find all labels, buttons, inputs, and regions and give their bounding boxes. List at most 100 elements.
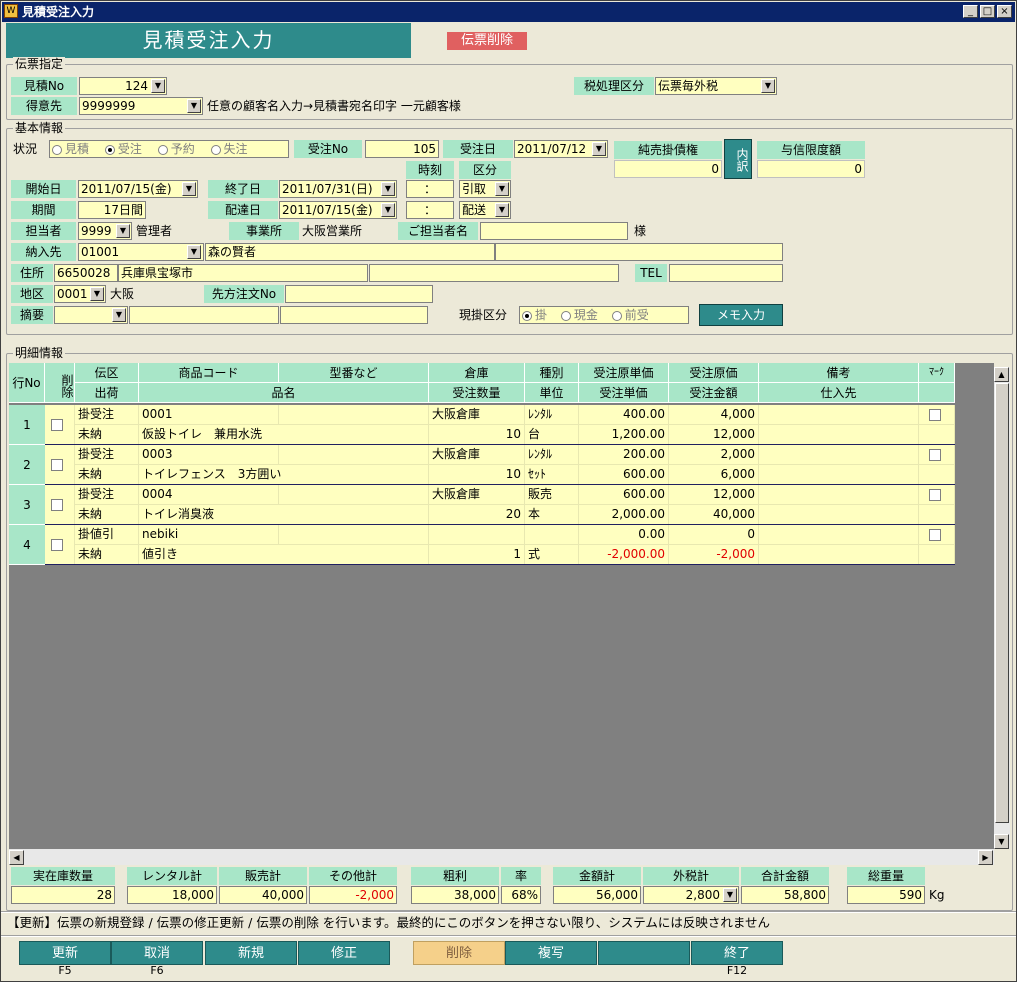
zip-input[interactable]: 6650028 <box>54 264 118 282</box>
code-cell[interactable]: 0003 <box>139 445 279 465</box>
scroll-down-icon[interactable]: ▼ <box>994 834 1009 849</box>
mark-checkbox[interactable] <box>929 409 941 421</box>
function-button-5[interactable]: 削除 <box>413 941 505 965</box>
suryo-cell[interactable]: 10 <box>429 425 525 445</box>
end-date-input[interactable]: 2011/07/31(日) <box>279 180 397 198</box>
chevron-down-icon[interactable]: ▼ <box>90 287 104 301</box>
mark-checkbox[interactable] <box>929 529 941 541</box>
shiiresaki-cell[interactable] <box>759 465 919 485</box>
katban-cell[interactable] <box>279 485 429 505</box>
shiiresaki-cell[interactable] <box>759 425 919 445</box>
delete-checkbox[interactable] <box>51 459 63 471</box>
shubetsu-cell[interactable] <box>525 525 579 545</box>
tani-cell[interactable]: 本 <box>525 505 579 525</box>
denku-cell[interactable]: 掛受注 <box>75 485 139 505</box>
saki-input[interactable] <box>285 285 433 303</box>
function-button-8[interactable]: 終了 <box>691 941 783 965</box>
table-row[interactable]: 1 掛受注 0001 大阪倉庫 ﾚﾝﾀﾙ 400.00 4,000 未納 仮設トイレ 兼用水洗 1… <box>9 405 955 445</box>
shukka-cell[interactable]: 未納 <box>75 465 139 485</box>
radio-shicchu[interactable]: 失注 <box>210 142 248 156</box>
chevron-down-icon[interactable]: ▼ <box>381 182 395 196</box>
hinmei-cell[interactable]: トイレ消臭液 <box>139 505 429 525</box>
soko-cell[interactable]: 大阪倉庫 <box>429 485 525 505</box>
gotanto-input[interactable] <box>480 222 628 240</box>
suryo-cell[interactable]: 1 <box>429 545 525 565</box>
function-button-4[interactable]: 修正 <box>298 941 390 965</box>
delete-checkbox[interactable] <box>51 539 63 551</box>
function-button-2[interactable]: 取消 <box>111 941 203 965</box>
biko-cell[interactable] <box>759 445 919 465</box>
kingaku-cell[interactable]: 40,000 <box>669 505 759 525</box>
biko-cell[interactable] <box>759 485 919 505</box>
tanka-cell[interactable]: 1,200.00 <box>579 425 669 445</box>
tani-cell[interactable]: 台 <box>525 425 579 445</box>
hinmei-cell[interactable]: トイレフェンス 3方囲い <box>139 465 429 485</box>
gentanka-cell[interactable]: 0.00 <box>579 525 669 545</box>
genka-cell[interactable]: 0 <box>669 525 759 545</box>
gentanka-cell[interactable]: 600.00 <box>579 485 669 505</box>
close-button[interactable]: × <box>997 5 1012 18</box>
genka-cell[interactable]: 2,000 <box>669 445 759 465</box>
chevron-down-icon[interactable]: ▼ <box>381 203 395 217</box>
juchu-no-input[interactable]: 105 <box>365 140 439 158</box>
genka-cell[interactable]: 12,000 <box>669 485 759 505</box>
shubetsu-cell[interactable]: ﾚﾝﾀﾙ <box>525 445 579 465</box>
radio-mitsumori[interactable]: 見積 <box>52 142 89 156</box>
function-button-7[interactable] <box>598 941 690 965</box>
chevron-down-icon[interactable]: ▼ <box>495 203 509 217</box>
uchiwake-button[interactable]: 内訳 <box>724 139 752 179</box>
tekiyo-input2[interactable] <box>280 306 428 324</box>
tanka-cell[interactable]: -2,000.00 <box>579 545 669 565</box>
nonyu-select[interactable]: 01001 <box>78 243 204 261</box>
memo-button[interactable]: メモ入力 <box>699 304 783 326</box>
time2-input[interactable]: ： <box>406 201 454 219</box>
function-button-6[interactable]: 複写 <box>505 941 597 965</box>
soko-cell[interactable]: 大阪倉庫 <box>429 445 525 465</box>
chevron-down-icon[interactable]: ▼ <box>187 99 201 113</box>
table-row[interactable]: 4 掛値引 nebiki 0.00 0 未納 値引き 1 式 -2,000.00 -2,000 <box>9 525 955 565</box>
tel-input[interactable] <box>669 264 783 282</box>
kingaku-cell[interactable]: -2,000 <box>669 545 759 565</box>
gentanka-cell[interactable]: 200.00 <box>579 445 669 465</box>
suryo-cell[interactable]: 10 <box>429 465 525 485</box>
maximize-button[interactable]: □ <box>980 5 995 18</box>
chevron-down-icon[interactable]: ▼ <box>723 888 737 902</box>
mark-checkbox[interactable] <box>929 489 941 501</box>
katban-cell[interactable] <box>279 405 429 425</box>
scroll-left-icon[interactable]: ◀ <box>9 850 24 865</box>
address-input[interactable]: 兵庫県宝塚市 <box>118 264 368 282</box>
radio-yoyaku[interactable]: 予約 <box>157 142 195 156</box>
shukka-cell[interactable]: 未納 <box>75 425 139 445</box>
code-cell[interactable]: nebiki <box>139 525 279 545</box>
vscroll-thumb[interactable] <box>995 383 1009 823</box>
scroll-up-icon[interactable]: ▲ <box>994 367 1009 382</box>
tekiyo-input1[interactable] <box>129 306 279 324</box>
soko-cell[interactable] <box>429 525 525 545</box>
chevron-down-icon[interactable]: ▼ <box>761 79 775 93</box>
kingaku-cell[interactable]: 12,000 <box>669 425 759 445</box>
chevron-down-icon[interactable]: ▼ <box>116 224 130 238</box>
function-button-1[interactable]: 更新 <box>19 941 111 965</box>
delete-checkbox[interactable] <box>51 419 63 431</box>
shiiresaki-cell[interactable] <box>759 505 919 525</box>
code-cell[interactable]: 0004 <box>139 485 279 505</box>
table-row[interactable]: 2 掛受注 0003 大阪倉庫 ﾚﾝﾀﾙ 200.00 2,000 未納 トイレフェンス 3方囲… <box>9 445 955 485</box>
hinmei-cell[interactable]: 仮設トイレ 兼用水洗 <box>139 425 429 445</box>
shubetsu-cell[interactable]: ﾚﾝﾀﾙ <box>525 405 579 425</box>
chevron-down-icon[interactable]: ▼ <box>112 308 126 322</box>
tani-cell[interactable]: 式 <box>525 545 579 565</box>
tokui-select[interactable]: 9999999 <box>79 97 203 115</box>
kingaku-cell[interactable]: 6,000 <box>669 465 759 485</box>
gentanka-cell[interactable]: 400.00 <box>579 405 669 425</box>
tanka-cell[interactable]: 2,000.00 <box>579 505 669 525</box>
biko-cell[interactable] <box>759 525 919 545</box>
katban-cell[interactable] <box>279 525 429 545</box>
radio-kake[interactable]: 掛 <box>522 308 547 322</box>
code-cell[interactable]: 0001 <box>139 405 279 425</box>
start-date-input[interactable]: 2011/07/15(金) <box>78 180 198 198</box>
address2-input[interactable] <box>369 264 619 282</box>
biko-cell[interactable] <box>759 405 919 425</box>
hinmei-cell[interactable]: 値引き <box>139 545 429 565</box>
nonyu-name2-input[interactable] <box>495 243 783 261</box>
denku-cell[interactable]: 掛受注 <box>75 445 139 465</box>
